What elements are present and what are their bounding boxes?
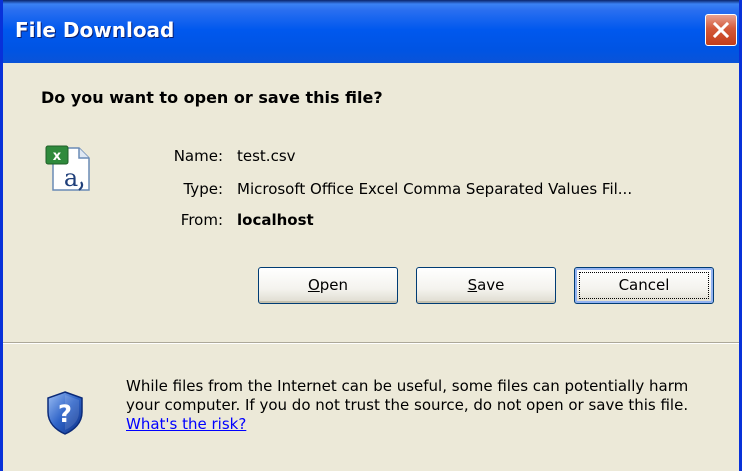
open-button[interactable]: Open [258, 267, 398, 304]
file-source-value: localhost [237, 211, 314, 229]
open-button-mnemonic: O [307, 276, 320, 294]
security-shield-question-icon: ? [45, 390, 85, 441]
divider [3, 342, 739, 344]
warning-message: While files from the Internet can be use… [126, 377, 689, 414]
title-bar[interactable]: File Download [3, 0, 739, 63]
cancel-button[interactable]: Cancel [574, 267, 714, 304]
svg-text:?: ? [58, 400, 72, 428]
save-button-mnemonic: S [467, 276, 478, 294]
save-button-label: ave [477, 276, 505, 294]
file-download-dialog: File Download Do you want to open or sav… [0, 0, 742, 471]
security-warning-text: While files from the Internet can be use… [126, 377, 726, 434]
svg-text:a: a [64, 164, 78, 192]
open-button-label: pen [319, 276, 349, 294]
whats-the-risk-link[interactable]: What's the risk? [126, 415, 246, 433]
focus-rectangle [579, 272, 709, 299]
file-type-value: Microsoft Office Excel Comma Separated V… [237, 180, 633, 198]
save-button[interactable]: Save [416, 267, 556, 304]
type-label: Type: [183, 180, 223, 198]
window-title: File Download [15, 18, 175, 42]
svg-text:x: x [53, 149, 62, 164]
close-button[interactable] [705, 14, 737, 46]
from-label: From: [180, 211, 223, 229]
name-label: Name: [173, 147, 223, 165]
close-icon [712, 21, 730, 39]
dialog-question: Do you want to open or save this file? [41, 88, 383, 107]
excel-csv-file-icon: x a [45, 142, 93, 199]
file-name-value: test.csv [237, 147, 296, 165]
